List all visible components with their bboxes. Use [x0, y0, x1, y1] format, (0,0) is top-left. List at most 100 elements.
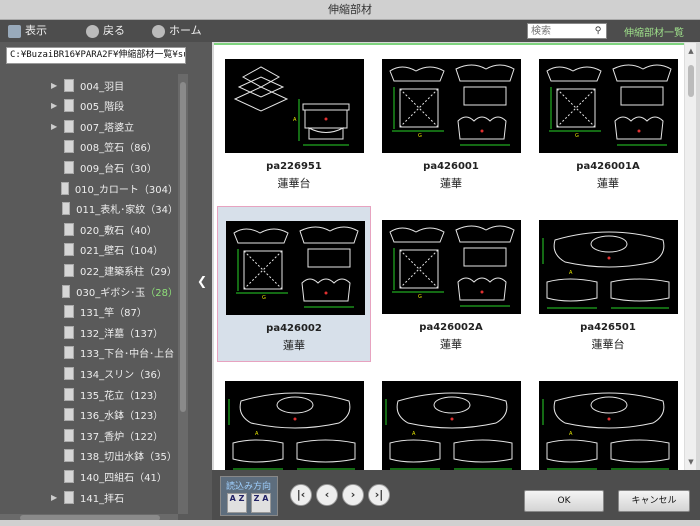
sort-za-button[interactable]: Z A: [251, 493, 271, 513]
part-tile[interactable]: Gpa426002A 蓮華: [374, 206, 528, 362]
tree-item-label: 132_洋墓: [80, 328, 125, 340]
scroll-up-icon[interactable]: ▲: [685, 45, 697, 57]
tree-item[interactable]: 135_花立 （123）: [0, 383, 178, 405]
part-thumbnail[interactable]: A: [539, 381, 678, 470]
tree-item[interactable]: ▶ 004_羽目: [0, 74, 178, 96]
tree-item[interactable]: 008_笠石 （86）: [0, 136, 178, 158]
sort-az-button[interactable]: A Z: [227, 493, 247, 513]
tree-item[interactable]: 010_カロート （304）: [0, 177, 178, 199]
next-page-button[interactable]: ›: [342, 484, 364, 506]
tree-item-label: 141_拝石: [80, 493, 125, 505]
folder-icon: [64, 78, 74, 92]
folder-icon: [61, 181, 69, 195]
grid-scroll-thumb[interactable]: [688, 65, 694, 97]
tree-item-label: 136_水鉢: [80, 411, 125, 423]
scroll-down-icon[interactable]: ▼: [685, 456, 697, 468]
back-button[interactable]: 戻る: [86, 23, 125, 39]
tree-item-count: （123）: [124, 411, 164, 423]
window-bottom-edge: [0, 520, 700, 526]
scroll-thumb[interactable]: [180, 82, 186, 412]
tree-item[interactable]: 020_敷石 （40）: [0, 218, 178, 240]
prev-page-button[interactable]: ‹: [316, 484, 338, 506]
folder-icon: [64, 119, 74, 133]
part-code: pa426001A: [576, 161, 640, 172]
path-field[interactable]: C:¥BuzaiBR16¥PARA2F¥伸縮部材一覧¥su: [6, 47, 186, 64]
folder-tree-scrollbar[interactable]: [178, 74, 188, 514]
part-tile[interactable]: Gpa426001A 蓮華: [531, 45, 684, 201]
part-tile[interactable]: Apa426501 蓮華台: [531, 206, 684, 362]
breadcrumb[interactable]: 伸縮部材一覧: [624, 24, 684, 39]
tree-item-label: 133_下台･中台･上台: [80, 349, 175, 361]
first-page-button[interactable]: |‹: [290, 484, 312, 506]
part-tile[interactable]: Apa226951 蓮華台: [217, 45, 371, 201]
tree-item[interactable]: ▶ 141_拝石: [0, 486, 178, 508]
tree-item[interactable]: 138_切出水鉢 （35）: [0, 445, 178, 467]
expand-arrow-icon[interactable]: ▶: [51, 81, 61, 90]
expand-arrow-icon[interactable]: ▶: [51, 122, 61, 131]
tree-item[interactable]: ▶ 005_階段: [0, 95, 178, 117]
part-tile[interactable]: A: [374, 367, 528, 470]
tree-item[interactable]: 140_四組石 （41）: [0, 465, 178, 487]
back-label: 戻る: [103, 24, 125, 37]
tree-item[interactable]: 021_壁石 （104）: [0, 239, 178, 261]
part-name: 蓮華台: [591, 338, 625, 351]
part-thumbnail[interactable]: A: [225, 59, 364, 153]
expand-arrow-icon[interactable]: ▶: [51, 101, 61, 110]
part-tile[interactable]: Gpa426001 蓮華: [374, 45, 528, 201]
part-thumbnail[interactable]: A: [382, 381, 521, 470]
part-thumbnail[interactable]: G: [382, 59, 521, 153]
tree-item-label: 004_羽目: [80, 81, 125, 93]
search-box: ⚲: [527, 23, 607, 39]
folder-icon: [64, 160, 74, 174]
search-icon[interactable]: ⚲: [592, 25, 604, 37]
collapse-pane-button[interactable]: ❮: [192, 42, 212, 520]
part-tile[interactable]: A: [217, 367, 371, 470]
part-thumbnail[interactable]: A: [539, 220, 678, 314]
tree-item[interactable]: 136_水鉢 （123）: [0, 404, 178, 426]
tree-item-count: （34）: [145, 205, 178, 217]
tree-item-count: （122）: [124, 431, 164, 443]
svg-text:A: A: [255, 431, 259, 437]
tree-item[interactable]: 132_洋墓 （137）: [0, 321, 178, 343]
tree-item-count: （137）: [124, 328, 164, 340]
tree-item[interactable]: ▶ 007_塔婆立: [0, 115, 178, 137]
tree-item-count: （36）: [134, 369, 167, 381]
ok-button[interactable]: OK: [524, 490, 604, 512]
grid-view-icon: [8, 24, 21, 38]
part-code: pa426002: [266, 323, 322, 334]
part-thumbnail[interactable]: G: [382, 220, 521, 314]
tree-item[interactable]: 133_下台･中台･上台: [0, 342, 178, 364]
tree-item[interactable]: 131_竿 （87）: [0, 301, 178, 323]
expand-arrow-icon[interactable]: ▶: [51, 493, 61, 502]
tree-item[interactable]: 030_ギボシ･玉 （28）: [0, 280, 178, 302]
cancel-button[interactable]: キャンセル: [618, 490, 690, 512]
part-name: 蓮華: [283, 339, 305, 352]
grid-scrollbar[interactable]: ▲ ▼: [684, 43, 696, 470]
view-button[interactable]: 表示: [8, 23, 47, 39]
tree-item-count: （35）: [144, 452, 177, 464]
part-tile[interactable]: Gpa426002 蓮華: [217, 206, 371, 362]
home-button[interactable]: ホーム: [152, 23, 202, 39]
folder-icon: [64, 243, 74, 257]
first-page-icon: |‹: [296, 488, 306, 501]
view-label: 表示: [25, 24, 47, 37]
tree-item[interactable]: 022_建築系柱 （29）: [0, 259, 178, 281]
tree-item[interactable]: 134_スリン （36）: [0, 362, 178, 384]
part-thumbnail[interactable]: G: [226, 221, 365, 315]
part-tile[interactable]: A: [531, 367, 684, 470]
svg-text:G: G: [418, 133, 422, 139]
svg-text:A: A: [569, 431, 573, 437]
tree-item[interactable]: 137_香炉 （122）: [0, 424, 178, 446]
folder-icon: [64, 140, 74, 154]
tree-item[interactable]: 009_台石 （30）: [0, 156, 178, 178]
svg-text:A: A: [293, 117, 297, 123]
last-page-button[interactable]: ›|: [368, 484, 390, 506]
tree-item-count: （87）: [114, 308, 147, 320]
tree-item[interactable]: 011_表札･家紋 （34）: [0, 198, 178, 220]
tree-item-label: 131_竿: [80, 308, 115, 320]
part-thumbnail[interactable]: A: [225, 381, 364, 470]
search-input[interactable]: [528, 24, 592, 38]
tree-item-count: （28）: [145, 287, 178, 299]
sort-direction-title: 読込み方向: [226, 482, 272, 492]
part-thumbnail[interactable]: G: [539, 59, 678, 153]
